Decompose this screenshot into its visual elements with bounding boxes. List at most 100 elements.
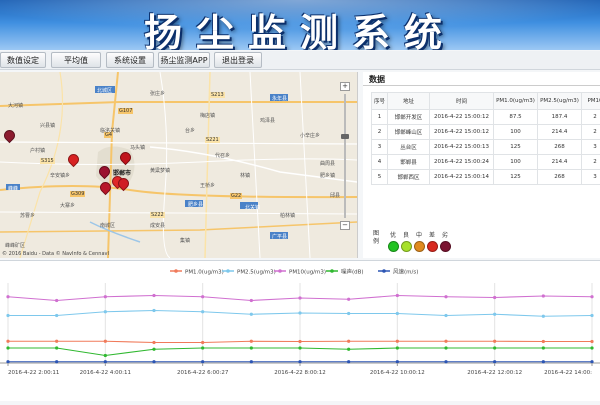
map-view[interactable]: 大河镇 张庄乡 北城区 永年县 兴县镇 台乡 鸡泽县 临洺关镇 梅店镇 小辛庄乡… xyxy=(0,72,358,258)
x-tick-label: 2016-4-22 2:00:11 xyxy=(8,370,59,376)
map-label: 黄粱梦镇 xyxy=(150,167,170,174)
table-cell: 100 xyxy=(494,125,538,140)
data-point xyxy=(542,346,545,349)
map-label: 户村镇 xyxy=(30,147,45,154)
data-point xyxy=(444,295,447,298)
data-point xyxy=(347,360,350,363)
data-point xyxy=(55,346,58,349)
data-point xyxy=(250,346,253,349)
map-label: 王桥乡 xyxy=(200,182,215,189)
menu-item-logout[interactable]: 退出登录 xyxy=(214,52,262,68)
data-point xyxy=(55,314,58,317)
table-row[interactable]: 2 邯郸峰山区 2016-4-22 15:00:12 100 214.4 2 xyxy=(372,125,600,140)
table-cell: 3 xyxy=(372,140,388,155)
table-cell: 3 xyxy=(582,140,600,155)
zoom-track[interactable] xyxy=(344,94,346,218)
table-cell: 2 xyxy=(582,110,600,125)
column-header[interactable]: 序号 xyxy=(372,93,388,110)
menu-item-app[interactable]: 扬尘监测APP xyxy=(158,52,210,68)
data-point xyxy=(104,354,107,357)
table-cell: 214.4 xyxy=(538,155,582,170)
map-label: 广平县 xyxy=(272,233,287,240)
column-header[interactable]: PM10 xyxy=(582,93,600,110)
data-panel-divider xyxy=(363,85,600,86)
legend-dot-excellent xyxy=(388,241,399,252)
legend-entry[interactable]: PM10(ug/m3) xyxy=(289,270,326,276)
menu-item-set-values[interactable]: 数值设定 xyxy=(0,52,46,68)
data-point xyxy=(444,360,447,363)
data-point xyxy=(347,340,350,343)
zoom-slider-thumb[interactable] xyxy=(341,134,349,139)
table-row[interactable]: 1 邯郸开发区 2016-4-22 15:00:12 87.5 187.4 2 xyxy=(372,110,600,125)
map-label: 柏林镇 xyxy=(280,212,295,219)
map-label: 永年县 xyxy=(272,95,287,102)
column-header[interactable]: PM2.5(ug/m3) xyxy=(538,93,582,110)
legend-level-label: 中 xyxy=(416,230,422,239)
legend-entry[interactable]: 风速(m/s) xyxy=(393,269,418,276)
map-label: 邱县 xyxy=(330,192,340,199)
data-point xyxy=(250,360,253,363)
table-header-row: 序号 地址 时间 PM1.0(ug/m3) PM2.5(ug/m3) PM10 xyxy=(372,93,600,110)
menu-item-average[interactable]: 平均值 xyxy=(51,52,101,68)
zoom-in-button[interactable]: + xyxy=(340,82,350,91)
data-point xyxy=(444,314,447,317)
table-cell: 125 xyxy=(494,170,538,185)
map-base xyxy=(0,72,357,258)
data-point xyxy=(6,340,9,343)
map-zoom-control: + − xyxy=(340,82,350,232)
legend-entry[interactable]: PM1.0(ug/m3) xyxy=(185,270,224,276)
table-cell: 3 xyxy=(582,170,600,185)
menu-item-system-settings[interactable]: 系统设置 xyxy=(106,52,154,68)
data-point xyxy=(104,340,107,343)
data-point xyxy=(201,346,204,349)
legend-level-label: 良 xyxy=(403,230,409,239)
data-table: 序号 地址 时间 PM1.0(ug/m3) PM2.5(ug/m3) PM10 … xyxy=(371,92,600,185)
x-tick-label: 2016-4-22 14:00: xyxy=(544,370,592,376)
data-point xyxy=(444,340,447,343)
table-cell: 100 xyxy=(494,155,538,170)
data-point xyxy=(590,314,593,317)
table-cell: 2016-4-22 15:00:14 xyxy=(430,170,494,185)
data-point xyxy=(542,340,545,343)
table-cell: 邯郸开发区 xyxy=(388,110,430,125)
legend-dot-severe xyxy=(440,241,451,252)
column-header[interactable]: 地址 xyxy=(388,93,430,110)
legend-heading: 图例 xyxy=(373,230,381,246)
data-point xyxy=(6,314,9,317)
table-cell: 邯郸峰山区 xyxy=(388,125,430,140)
map-label: 北城区 xyxy=(97,87,112,94)
table-row[interactable]: 4 邯郸县 2016-4-22 15:00:24 100 214.4 2 xyxy=(372,155,600,170)
data-point xyxy=(493,296,496,299)
table-cell: 2016-4-22 15:00:12 xyxy=(430,110,494,125)
legend-dot-good xyxy=(401,241,412,252)
legend-entry[interactable]: 噪声(dB) xyxy=(341,268,364,276)
data-point xyxy=(298,311,301,314)
data-point xyxy=(55,299,58,302)
data-point xyxy=(493,360,496,363)
map-label: 苏曹乡 xyxy=(20,212,35,219)
table-row[interactable]: 3 丛台区 2016-4-22 15:00:13 125 268 3 xyxy=(372,140,600,155)
map-attribution: © 2016 Baidu - Data © NavInfo & CennavI xyxy=(2,251,109,257)
table-cell: 1 xyxy=(372,110,388,125)
zoom-out-button[interactable]: − xyxy=(340,221,350,230)
legend-level-label: 优 xyxy=(390,230,396,239)
data-point xyxy=(201,295,204,298)
legend-swatch-marker xyxy=(382,269,386,273)
table-cell: 4 xyxy=(372,155,388,170)
data-point xyxy=(396,294,399,297)
data-point xyxy=(396,360,399,363)
column-header[interactable]: 时间 xyxy=(430,93,494,110)
road-label: G309 xyxy=(70,191,85,197)
road-label: S222 xyxy=(150,212,165,218)
legend-level-label: 劣 xyxy=(442,230,448,239)
table-cell: 丛台区 xyxy=(388,140,430,155)
data-point xyxy=(55,340,58,343)
table-cell: 2016-4-22 15:00:24 xyxy=(430,155,494,170)
table-row[interactable]: 5 邯郸西区 2016-4-22 15:00:14 125 268 3 xyxy=(372,170,600,185)
table-cell: 187.4 xyxy=(538,110,582,125)
legend-swatch-marker xyxy=(226,269,230,273)
table-cell: 268 xyxy=(538,140,582,155)
column-header[interactable]: PM1.0(ug/m3) xyxy=(494,93,538,110)
data-point xyxy=(590,295,593,298)
legend-entry[interactable]: PM2.5(ug/m3) xyxy=(237,270,276,276)
